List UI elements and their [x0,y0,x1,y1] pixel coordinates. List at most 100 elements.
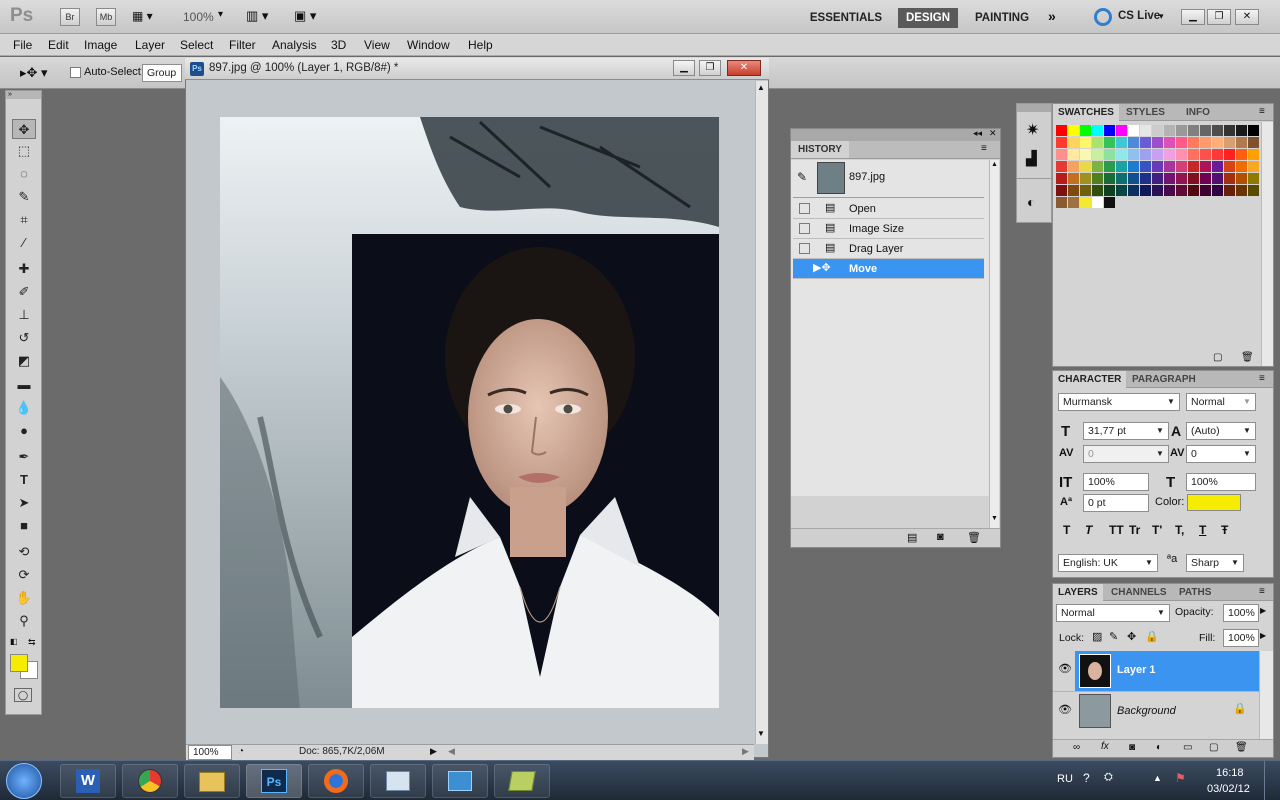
tab-styles[interactable]: STYLES [1121,104,1170,121]
swatch[interactable] [1164,125,1175,136]
swatch[interactable] [1176,149,1187,160]
layer-row[interactable]: 👁 Layer 1 [1053,651,1259,691]
image-canvas[interactable] [220,117,719,708]
swatch[interactable] [1104,173,1115,184]
swatch[interactable] [1104,137,1115,148]
eyedropper-tool-icon[interactable]: ⁄ [12,233,36,253]
swatch[interactable] [1200,137,1211,148]
swatch[interactable] [1080,161,1091,172]
swatch[interactable] [1128,137,1139,148]
faux-italic-button[interactable]: T [1085,523,1092,537]
swatch[interactable] [1068,161,1079,172]
swatch[interactable] [1104,161,1115,172]
swatch[interactable] [1128,185,1139,196]
icon-strip-header[interactable] [1017,104,1051,112]
new-document-from-state-icon[interactable]: ▤ [907,531,917,544]
show-hidden-icons-icon[interactable]: ▲ [1153,773,1162,783]
lock-all-icon[interactable]: 🔒 [1145,630,1159,643]
hand-tool-icon[interactable]: ✋ [12,588,36,608]
strikethrough-button[interactable]: Ŧ [1221,523,1228,537]
swatch[interactable] [1080,137,1091,148]
swatch[interactable] [1200,185,1211,196]
doc-close-icon[interactable]: ✕ [727,60,761,76]
swatch[interactable] [1068,185,1079,196]
swatch[interactable] [1068,173,1079,184]
swatch[interactable] [1128,173,1139,184]
swatch[interactable] [1164,161,1175,172]
swatch[interactable] [1056,161,1067,172]
swatch[interactable] [1188,149,1199,160]
swatch[interactable] [1176,125,1187,136]
swatch[interactable] [1212,137,1223,148]
swatch[interactable] [1116,173,1127,184]
swatch[interactable] [1140,149,1151,160]
tab-history[interactable]: HISTORY [791,141,849,158]
status-preview-icon[interactable]: ◔ [238,746,244,757]
swatch[interactable] [1248,137,1259,148]
menu-3d[interactable]: 3D [331,38,346,52]
foreground-color-swatch[interactable] [10,654,28,672]
faux-bold-button[interactable]: T [1063,523,1070,537]
swatch[interactable] [1104,197,1115,208]
blur-tool-icon[interactable]: 💧 [12,398,36,418]
swatch[interactable] [1236,173,1247,184]
lock-transparent-pixels-icon[interactable]: ▨ [1092,630,1102,643]
taskbar-control-panel-icon[interactable] [432,764,488,798]
language-dropdown[interactable]: English: UK ▼ [1058,554,1158,572]
swatch[interactable] [1248,125,1259,136]
document-vertical-scrollbar[interactable]: ▲ ▼ [755,81,768,744]
menu-filter[interactable]: Filter [229,38,256,52]
swatch[interactable] [1140,125,1151,136]
clone-stamp-tool-icon[interactable]: ⊥ [12,305,36,325]
swatch[interactable] [1200,149,1211,160]
history-source-checkbox[interactable] [799,243,810,254]
taskbar-mail-icon[interactable] [370,764,426,798]
opacity-field[interactable]: 100% [1223,604,1259,622]
swatch[interactable] [1068,149,1079,160]
swatch[interactable] [1092,185,1103,196]
start-button-icon[interactable] [6,763,42,799]
leading-field[interactable]: (Auto) ▼ [1186,422,1256,440]
view-extras-dropdown[interactable]: ▦ ▾ [132,9,166,25]
taskbar-firefox-icon[interactable] [308,764,364,798]
tab-swatches[interactable]: SWATCHES [1053,104,1119,121]
help-tray-icon[interactable]: ? [1083,771,1090,785]
swatch[interactable] [1092,161,1103,172]
hscroll-left-icon[interactable]: ◀ [448,746,455,757]
swatch[interactable] [1140,137,1151,148]
swatch[interactable] [1224,185,1235,196]
swatch[interactable] [1140,173,1151,184]
scroll-up-icon[interactable]: ▲ [757,83,765,92]
swatch[interactable] [1116,125,1127,136]
taskbar-notes-icon[interactable] [494,764,550,798]
swatch[interactable] [1152,137,1163,148]
swatch[interactable] [1092,173,1103,184]
swatches-scrollbar[interactable] [1261,122,1273,366]
minimize-icon[interactable]: ▁ [1181,9,1205,25]
menu-window[interactable]: Window [407,38,450,52]
clock-date[interactable]: 03/02/12 [1207,783,1250,795]
history-item[interactable]: ▤ Open [793,199,984,219]
workspace-design[interactable]: DESIGN [898,8,958,28]
menu-file[interactable]: File [13,38,32,52]
opacity-slider-icon[interactable]: ▶ [1260,606,1266,615]
blend-mode-dropdown[interactable]: Normal ▼ [1056,604,1170,622]
swatch[interactable] [1128,161,1139,172]
new-swatch-icon[interactable]: ▢ [1213,352,1222,363]
pen-tool-icon[interactable]: ✒ [12,447,36,467]
swatch[interactable] [1248,161,1259,172]
swatch[interactable] [1104,149,1115,160]
lock-image-pixels-icon[interactable]: ✎ [1109,630,1118,643]
swatch[interactable] [1164,149,1175,160]
swatch[interactable] [1116,149,1127,160]
auto-select-checkbox[interactable] [70,67,81,78]
swatch[interactable] [1056,125,1067,136]
history-item[interactable]: ▤ Image Size [793,219,984,239]
zoom-tool-icon[interactable]: ⚲ [12,611,36,631]
brush-tool-icon[interactable]: ✐ [12,282,36,302]
swatch[interactable] [1056,137,1067,148]
font-style-dropdown[interactable]: Normal ▼ [1186,393,1256,411]
swatch[interactable] [1056,149,1067,160]
swatch[interactable] [1212,173,1223,184]
type-tool-icon[interactable]: T [12,470,36,490]
